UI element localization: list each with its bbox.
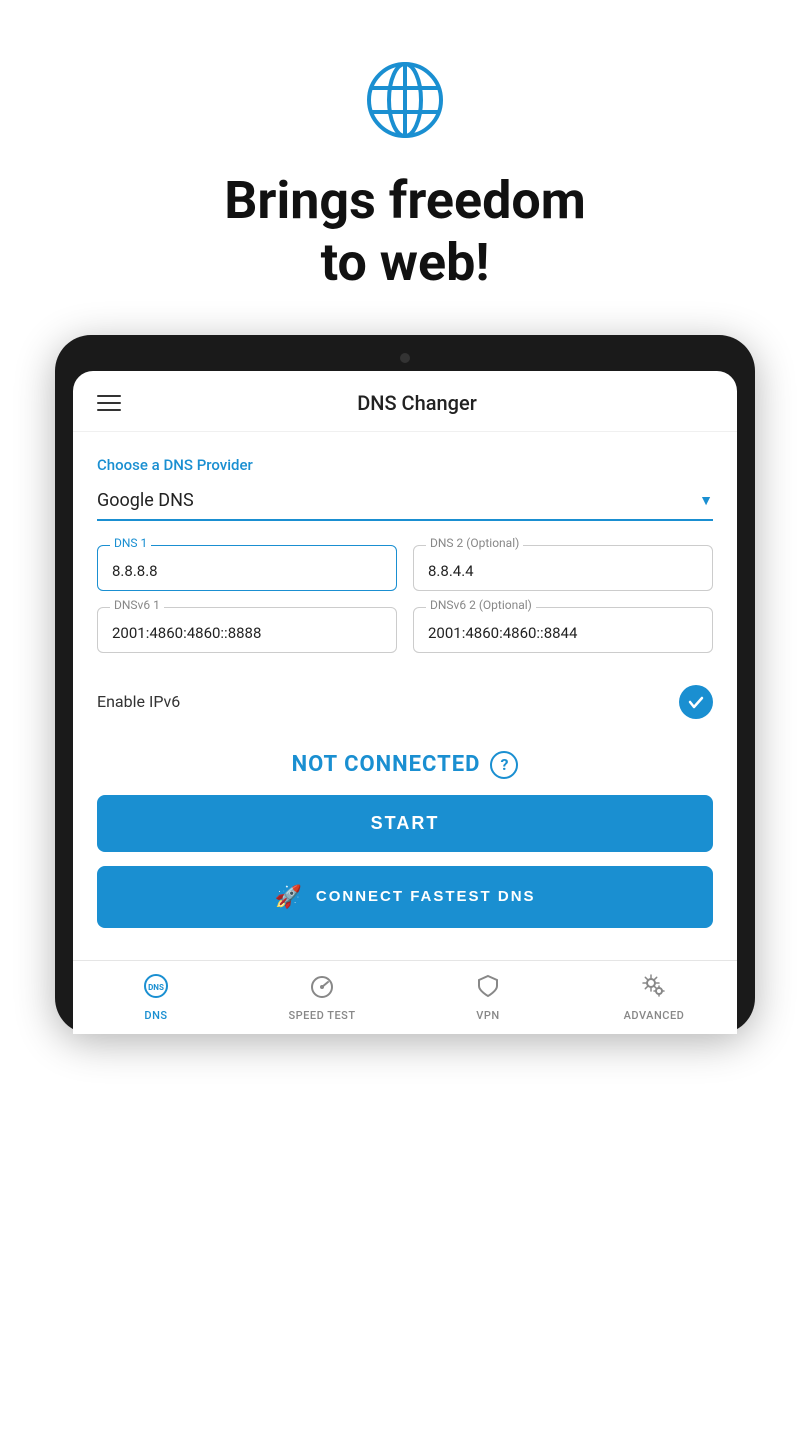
hero-section: Brings freedom to web! (224, 0, 586, 335)
dns1-label: DNS 1 (110, 536, 151, 550)
ipv6-toggle[interactable] (679, 685, 713, 719)
device-notch (73, 353, 737, 363)
connect-fastest-button[interactable]: 🚀 CONNECT FASTEST DNS (97, 866, 713, 928)
ipv6-row: Enable IPv6 (97, 669, 713, 735)
nav-item-advanced[interactable]: ADVANCED (571, 961, 737, 1034)
dns-provider-value: Google DNS (97, 490, 194, 511)
device-screen: DNS Changer Choose a DNS Provider Google… (73, 371, 737, 1034)
start-button[interactable]: START (97, 795, 713, 852)
hamburger-menu-icon[interactable] (97, 395, 121, 411)
nav-item-vpn[interactable]: VPN (405, 961, 571, 1034)
dnsv6-1-label: DNSv6 1 (110, 598, 164, 612)
dns1-field[interactable]: DNS 1 8.8.8.8 (97, 545, 397, 591)
dns-nav-label: DNS (144, 1009, 167, 1022)
dnsv6-1-field[interactable]: DNSv6 1 2001:4860:4860::8888 (97, 607, 397, 653)
dnsv6-1-value: 2001:4860:4860::8888 (112, 624, 382, 642)
dns-provider-label: Choose a DNS Provider (97, 456, 713, 474)
globe-icon (365, 60, 445, 140)
dropdown-arrow-icon: ▼ (699, 492, 713, 509)
advanced-nav-label: ADVANCED (624, 1009, 685, 1022)
dns-fields-grid: DNS 1 8.8.8.8 DNS 2 (Optional) 8.8.4.4 D… (97, 545, 713, 653)
speedtest-nav-label: SPEED TEST (288, 1009, 355, 1022)
dnsv6-2-label: DNSv6 2 (Optional) (426, 598, 536, 612)
ipv6-label: Enable IPv6 (97, 692, 180, 711)
app-header: DNS Changer (73, 371, 737, 432)
status-row: NOT CONNECTED ? (97, 735, 713, 795)
nav-item-speedtest[interactable]: SPEED TEST (239, 961, 405, 1034)
dns2-field[interactable]: DNS 2 (Optional) 8.8.4.4 (413, 545, 713, 591)
dns2-value: 8.8.4.4 (428, 562, 698, 580)
checkmark-icon (686, 692, 706, 712)
app-title: DNS Changer (121, 391, 713, 415)
vpn-nav-icon (475, 973, 501, 1005)
help-icon[interactable]: ? (490, 751, 518, 779)
app-content: Choose a DNS Provider Google DNS ▼ DNS 1… (73, 432, 737, 960)
bottom-nav: DNS DNS SPEED TEST (73, 960, 737, 1034)
dns-nav-icon: DNS (143, 973, 169, 1005)
vpn-nav-label: VPN (476, 1009, 499, 1022)
dnsv6-2-field[interactable]: DNSv6 2 (Optional) 2001:4860:4860::8844 (413, 607, 713, 653)
dnsv6-2-value: 2001:4860:4860::8844 (428, 624, 698, 642)
connection-status: NOT CONNECTED (292, 752, 481, 777)
hero-title: Brings freedom to web! (224, 170, 586, 295)
dns-provider-dropdown[interactable]: Google DNS ▼ (97, 482, 713, 521)
dns2-label: DNS 2 (Optional) (426, 536, 523, 550)
advanced-nav-icon (641, 973, 667, 1005)
speedtest-nav-icon (309, 973, 335, 1005)
rocket-icon: 🚀 (274, 884, 303, 910)
connect-fastest-label: CONNECT FASTEST DNS (316, 888, 536, 905)
nav-item-dns[interactable]: DNS DNS (73, 961, 239, 1034)
device-frame: DNS Changer Choose a DNS Provider Google… (55, 335, 755, 1034)
svg-text:DNS: DNS (148, 983, 164, 992)
dns1-value: 8.8.8.8 (112, 562, 382, 580)
device-camera (400, 353, 410, 363)
